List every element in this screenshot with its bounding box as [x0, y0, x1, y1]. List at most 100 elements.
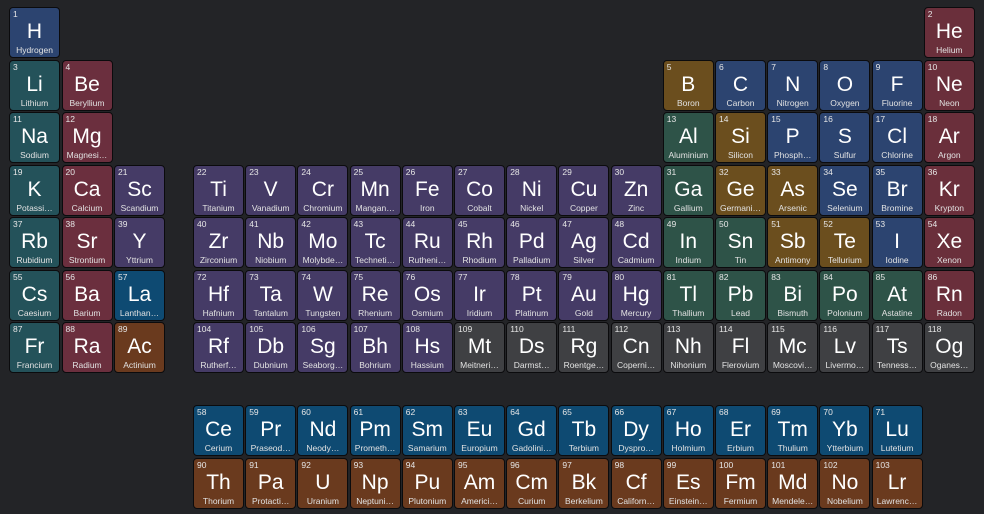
element-oxygen-tile[interactable]: 8 O Oxygen — [819, 59, 871, 111]
element-palladium-tile[interactable]: 46 Pd Palladium — [506, 217, 558, 268]
element-ytterbium-tile[interactable]: 70 Yb Ytterbium — [819, 405, 871, 456]
element-rutheni-tile[interactable]: 44 Ru Rutheni… — [401, 217, 453, 268]
element-praseod-tile[interactable]: 59 Pr Praseod… — [245, 405, 297, 456]
element-gold-tile[interactable]: 79 Au Gold — [558, 269, 610, 321]
element-rhodium-tile[interactable]: 45 Rh Rhodium — [454, 217, 505, 268]
element-darmst-tile[interactable]: 110 Ds Darmst… — [506, 322, 558, 373]
element-fermium-tile[interactable]: 100 Fm Fermium — [715, 457, 766, 509]
element-yttrium-tile[interactable]: 39 Y Yttrium — [114, 217, 165, 268]
element-lutetium-tile[interactable]: 71 Lu Lutetium — [871, 405, 923, 456]
element-dubnium-tile[interactable]: 105 Db Dubnium — [245, 322, 297, 373]
element-erbium-tile[interactable]: 68 Er Erbium — [715, 405, 766, 456]
element-radon-tile[interactable]: 86 Rn Radon — [923, 269, 975, 321]
element-beryllium-tile[interactable]: 4 Be Beryllium — [61, 59, 113, 111]
element-thulium-tile[interactable]: 69 Tm Thulium — [767, 405, 819, 456]
element-dyspro-tile[interactable]: 66 Dy Dyspro… — [610, 405, 662, 456]
element-arsenic-tile[interactable]: 33 As Arsenic — [767, 164, 819, 216]
element-vanadium-tile[interactable]: 23 V Vanadium — [245, 164, 297, 216]
element-flerovium-tile[interactable]: 114 Fl Flerovium — [715, 322, 766, 373]
element-phosph-tile[interactable]: 15 P Phosph… — [767, 112, 819, 163]
element-xenon-tile[interactable]: 54 Xe Xenon — [923, 217, 975, 268]
element-livermo-tile[interactable]: 116 Lv Livermo… — [819, 322, 871, 373]
element-tellurium-tile[interactable]: 52 Te Tellurium — [819, 217, 871, 268]
element-seaborg-tile[interactable]: 106 Sg Seaborg… — [297, 322, 349, 373]
element-argon-tile[interactable]: 18 Ar Argon — [923, 112, 975, 163]
element-osmium-tile[interactable]: 76 Os Osmium — [401, 269, 453, 321]
element-tenness-tile[interactable]: 117 Ts Tenness… — [871, 322, 923, 373]
element-americi-tile[interactable]: 95 Am Americi… — [454, 457, 505, 509]
element-curium-tile[interactable]: 96 Cm Curium — [506, 457, 558, 509]
element-platinum-tile[interactable]: 78 Pt Platinum — [506, 269, 558, 321]
element-cobalt-tile[interactable]: 27 Co Cobalt — [454, 164, 505, 216]
element-nobelium-tile[interactable]: 102 No Nobelium — [819, 457, 871, 509]
element-aluminium-tile[interactable]: 13 Al Aluminium — [662, 112, 714, 163]
element-sulfur-tile[interactable]: 16 S Sulfur — [819, 112, 871, 163]
element-francium-tile[interactable]: 87 Fr Francium — [9, 322, 60, 373]
element-thallium-tile[interactable]: 81 Tl Thallium — [662, 269, 714, 321]
element-indium-tile[interactable]: 49 In Indium — [662, 217, 714, 268]
element-selenium-tile[interactable]: 34 Se Selenium — [819, 164, 871, 216]
element-nickel-tile[interactable]: 28 Ni Nickel — [506, 164, 558, 216]
element-berkelium-tile[interactable]: 97 Bk Berkelium — [558, 457, 610, 509]
element-rutherf-tile[interactable]: 104 Rf Rutherf… — [193, 322, 244, 373]
element-barium-tile[interactable]: 56 Ba Barium — [61, 269, 113, 321]
element-mendele-tile[interactable]: 101 Md Mendele… — [767, 457, 819, 509]
element-magnesi-tile[interactable]: 12 Mg Magnesi… — [61, 112, 113, 163]
element-rubidium-tile[interactable]: 37 Rb Rubidium — [9, 217, 60, 268]
element-californ-tile[interactable]: 98 Cf Californ… — [610, 457, 662, 509]
element-carbon-tile[interactable]: 6 C Carbon — [715, 59, 766, 111]
element-silicon-tile[interactable]: 14 Si Silicon — [715, 112, 766, 163]
element-coperni-tile[interactable]: 112 Cn Coperni… — [610, 322, 662, 373]
element-neon-tile[interactable]: 10 Ne Neon — [923, 59, 975, 111]
element-cadmium-tile[interactable]: 48 Cd Cadmium — [610, 217, 662, 268]
element-potassi-tile[interactable]: 19 K Potassi… — [9, 164, 60, 216]
element-molybde-tile[interactable]: 42 Mo Molybde… — [297, 217, 349, 268]
element-cerium-tile[interactable]: 58 Ce Cerium — [193, 405, 244, 456]
element-protacti-tile[interactable]: 91 Pa Protacti… — [245, 457, 297, 509]
element-meitneri-tile[interactable]: 109 Mt Meitneri… — [454, 322, 505, 373]
element-iodine-tile[interactable]: 53 I Iodine — [871, 217, 923, 268]
element-chlorine-tile[interactable]: 17 Cl Chlorine — [871, 112, 923, 163]
element-tin-tile[interactable]: 50 Sn Tin — [715, 217, 766, 268]
element-bohrium-tile[interactable]: 107 Bh Bohrium — [349, 322, 401, 373]
element-einstein-tile[interactable]: 99 Es Einstein… — [662, 457, 714, 509]
element-lead-tile[interactable]: 82 Pb Lead — [715, 269, 766, 321]
element-holmium-tile[interactable]: 67 Ho Holmium — [662, 405, 714, 456]
element-bromine-tile[interactable]: 35 Br Bromine — [871, 164, 923, 216]
element-plutonium-tile[interactable]: 94 Pu Plutonium — [401, 457, 453, 509]
element-hydrogen-tile[interactable]: 1 H Hydrogen — [9, 7, 60, 58]
element-neody-tile[interactable]: 60 Nd Neody… — [297, 405, 349, 456]
element-titanium-tile[interactable]: 22 Ti Titanium — [193, 164, 244, 216]
element-rhenium-tile[interactable]: 75 Re Rhenium — [349, 269, 401, 321]
element-astatine-tile[interactable]: 85 At Astatine — [871, 269, 923, 321]
element-iron-tile[interactable]: 26 Fe Iron — [401, 164, 453, 216]
element-hassium-tile[interactable]: 108 Hs Hassium — [401, 322, 453, 373]
element-zinc-tile[interactable]: 30 Zn Zinc — [610, 164, 662, 216]
element-niobium-tile[interactable]: 41 Nb Niobium — [245, 217, 297, 268]
element-zirconium-tile[interactable]: 40 Zr Zirconium — [193, 217, 244, 268]
element-nitrogen-tile[interactable]: 7 N Nitrogen — [767, 59, 819, 111]
element-gallium-tile[interactable]: 31 Ga Gallium — [662, 164, 714, 216]
element-sodium-tile[interactable]: 11 Na Sodium — [9, 112, 60, 163]
element-samarium-tile[interactable]: 62 Sm Samarium — [401, 405, 453, 456]
element-tungsten-tile[interactable]: 74 W Tungsten — [297, 269, 349, 321]
element-tantalum-tile[interactable]: 73 Ta Tantalum — [245, 269, 297, 321]
element-uranium-tile[interactable]: 92 U Uranium — [297, 457, 349, 509]
element-lithium-tile[interactable]: 3 Li Lithium — [9, 59, 60, 111]
element-antimony-tile[interactable]: 51 Sb Antimony — [767, 217, 819, 268]
element-strontium-tile[interactable]: 38 Sr Strontium — [61, 217, 113, 268]
element-roentge-tile[interactable]: 111 Rg Roentge… — [558, 322, 610, 373]
element-boron-tile[interactable]: 5 B Boron — [662, 59, 714, 111]
element-hafnium-tile[interactable]: 72 Hf Hafnium — [193, 269, 244, 321]
element-nihonium-tile[interactable]: 113 Nh Nihonium — [662, 322, 714, 373]
element-germani-tile[interactable]: 32 Ge Germani… — [715, 164, 766, 216]
element-copper-tile[interactable]: 29 Cu Copper — [558, 164, 610, 216]
element-caesium-tile[interactable]: 55 Cs Caesium — [9, 269, 60, 321]
element-krypton-tile[interactable]: 36 Kr Krypton — [923, 164, 975, 216]
element-europium-tile[interactable]: 63 Eu Europium — [454, 405, 505, 456]
element-scandium-tile[interactable]: 21 Sc Scandium — [114, 164, 165, 216]
element-mercury-tile[interactable]: 80 Hg Mercury — [610, 269, 662, 321]
element-lanthan-tile[interactable]: 57 La Lanthan… — [114, 269, 165, 321]
element-gadolini-tile[interactable]: 64 Gd Gadolini… — [506, 405, 558, 456]
element-bismuth-tile[interactable]: 83 Bi Bismuth — [767, 269, 819, 321]
